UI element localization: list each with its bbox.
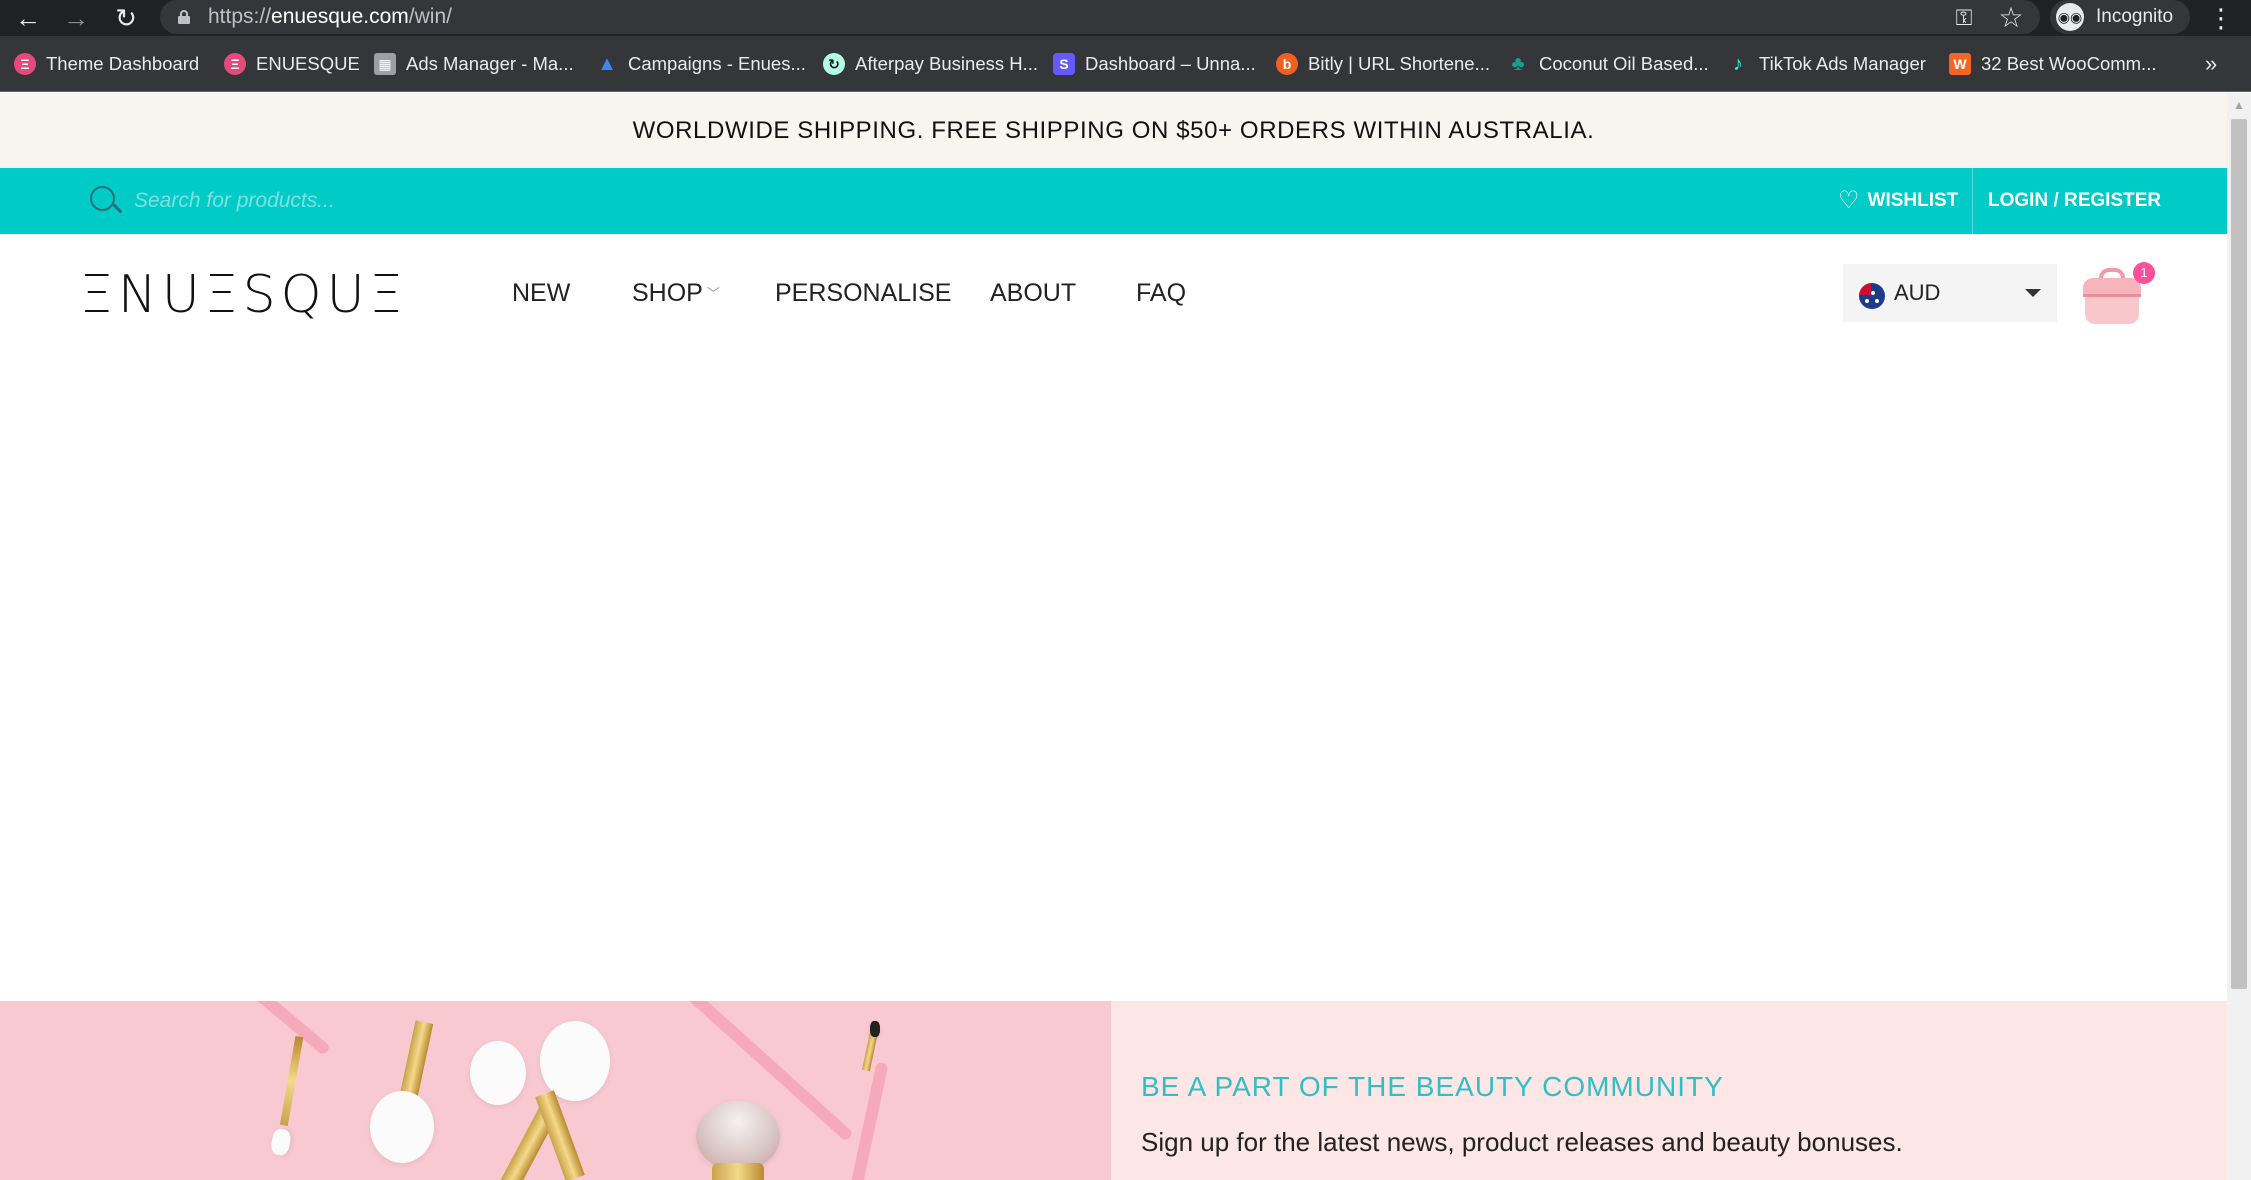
incognito-profile-button[interactable]: ◉◉ Incognito	[2050, 0, 2190, 34]
forward-arrow-icon[interactable]: →	[60, 2, 92, 34]
nav-personalise[interactable]: PERSONALISE	[775, 265, 951, 321]
chevron-down-icon: ﹀	[706, 286, 720, 302]
bookmark-tiktok-ads[interactable]: ♪ TikTok Ads Manager	[1727, 36, 1926, 92]
incognito-icon: ◉◉	[2056, 3, 2084, 31]
australia-flag-icon	[1859, 283, 1885, 309]
currency-selector[interactable]: AUD	[1843, 264, 2057, 322]
bookmark-afterpay[interactable]: ↻ Afterpay Business H...	[823, 36, 1038, 92]
bookmark-coconut-oil[interactable]: ♣ Coconut Oil Based...	[1507, 36, 1709, 92]
browser-toolbar: ← → ↻ https://enuesque.com/win/ ⚿ ☆ ◉◉ I…	[0, 0, 2251, 36]
bookmark-label: Theme Dashboard	[46, 53, 200, 74]
cart-bag-body	[2085, 294, 2139, 324]
bookmark-star-icon[interactable]: ☆	[1996, 3, 2026, 33]
bookmark-label: TikTok Ads Manager	[1759, 53, 1926, 74]
bookmarks-bar: Ξ Theme Dashboard Ξ ENUESQUE ▦ Ads Manag…	[0, 36, 2251, 92]
newsletter-title: BE A PART OF THE BEAUTY COMMUNITY	[1141, 1071, 1724, 1102]
incognito-label: Incognito	[2096, 6, 2174, 27]
newsletter-subtitle: Sign up for the latest news, product rel…	[1141, 1127, 1903, 1157]
heart-icon: ♡	[1838, 187, 1860, 214]
newsletter-banner: BE A PART OF THE BEAUTY COMMUNITY Sign u…	[0, 1001, 2227, 1180]
url-text[interactable]: https://enuesque.com/win/	[208, 0, 452, 34]
caret-down-icon	[2025, 289, 2041, 297]
reload-icon[interactable]: ↻	[110, 2, 142, 34]
brush-image-part	[840, 1021, 900, 1180]
bookmark-enuesque[interactable]: Ξ ENUESQUE	[224, 36, 360, 92]
bookmark-label: Bitly | URL Shortene...	[1308, 53, 1491, 74]
nav-shop-label: SHOP	[632, 279, 703, 307]
afterpay-icon: ↻	[823, 53, 845, 75]
more-bookmarks-icon[interactable]: »	[2205, 36, 2217, 92]
brush-image-part	[269, 1035, 311, 1157]
scroll-up-arrow-icon[interactable]: ▲	[2227, 93, 2251, 117]
bookmark-label: Coconut Oil Based...	[1539, 53, 1709, 74]
bookmark-stripe-dashboard[interactable]: S Dashboard – Unna...	[1053, 36, 1256, 92]
bookmark-woocommerce[interactable]: W 32 Best WooComm...	[1949, 36, 2156, 92]
brush-image-part	[460, 1021, 660, 1180]
woocommerce-icon: W	[1949, 53, 1971, 75]
login-register-link[interactable]: LOGIN / REGISTER	[1988, 168, 2161, 234]
currency-value: AUD	[1894, 280, 1941, 305]
stripe-icon: S	[1053, 53, 1075, 75]
palm-tree-icon: ♣	[1511, 53, 1525, 75]
makeup-brushes-image	[0, 1001, 1111, 1180]
nav-shop[interactable]: SHOP ﹀	[632, 265, 720, 321]
nav-about[interactable]: ABOUT	[990, 265, 1076, 321]
brush-image-part	[690, 1101, 800, 1180]
page-scrollbar[interactable]: ▲	[2227, 93, 2251, 1180]
scroll-thumb[interactable]	[2231, 119, 2247, 989]
key-icon[interactable]: ⚿	[1950, 4, 1978, 32]
bookmark-campaigns[interactable]: ▲ Campaigns - Enues...	[596, 36, 806, 92]
bookmark-label: Ads Manager - Ma...	[406, 53, 574, 74]
divider	[1972, 168, 1973, 234]
bookmark-ads-manager[interactable]: ▦ Ads Manager - Ma...	[374, 36, 574, 92]
address-bar[interactable]: https://enuesque.com/win/ ⚿ ☆	[160, 0, 2040, 34]
url-host: enuesque.com	[271, 5, 409, 28]
bookmark-label: Campaigns - Enues...	[628, 53, 806, 74]
enuesque-icon: Ξ	[224, 53, 246, 75]
bookmark-label: Afterpay Business H...	[855, 53, 1039, 74]
utility-bar: ♡ WISHLIST LOGIN / REGISTER	[0, 168, 2227, 234]
nav-faq[interactable]: FAQ	[1136, 265, 1186, 321]
url-scheme: https://	[208, 5, 272, 28]
bookmark-theme-dashboard[interactable]: Ξ Theme Dashboard	[14, 36, 199, 92]
ads-manager-icon: ▦	[374, 53, 396, 75]
browser-menu-icon[interactable]: ⋮	[2208, 2, 2234, 34]
google-ads-icon: ▲	[597, 53, 617, 75]
tiktok-icon: ♪	[1733, 53, 1743, 75]
back-arrow-icon[interactable]: ←	[12, 2, 44, 34]
bookmark-label: Dashboard – Unna...	[1085, 53, 1256, 74]
bookmark-label: ENUESQUE	[256, 53, 360, 74]
nav-new[interactable]: NEW	[512, 265, 570, 321]
announcement-bar: WORLDWIDE SHIPPING. FREE SHIPPING ON $50…	[0, 93, 2227, 168]
site-logo[interactable]: ΞNUΞSQUΞ	[80, 269, 408, 321]
search-icon[interactable]	[90, 186, 123, 218]
wishlist-label: WISHLIST	[1867, 190, 1959, 211]
bookmark-bitly[interactable]: b Bitly | URL Shortene...	[1276, 36, 1490, 92]
cart-bag-zip	[2083, 294, 2141, 297]
bookmark-label: 32 Best WooComm...	[1981, 53, 2157, 74]
wishlist-link[interactable]: ♡ WISHLIST	[1838, 168, 1958, 234]
cart-count-badge: 1	[2133, 262, 2155, 284]
newsletter-content: BE A PART OF THE BEAUTY COMMUNITY Sign u…	[1111, 1001, 2227, 1180]
lock-icon[interactable]	[178, 10, 190, 24]
url-path: /win/	[408, 5, 452, 28]
enuesque-icon: Ξ	[14, 53, 36, 75]
search-input[interactable]	[134, 181, 934, 221]
bitly-icon: b	[1276, 53, 1298, 75]
